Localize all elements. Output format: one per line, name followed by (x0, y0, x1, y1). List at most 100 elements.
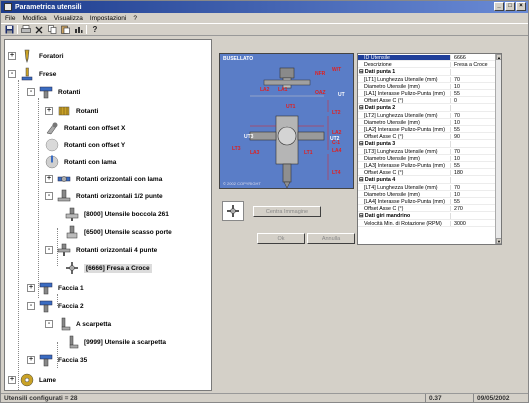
grid-value[interactable]: 70 (450, 148, 496, 154)
menu-view[interactable]: Visualizza (54, 15, 83, 22)
tool-tree[interactable]: + Foratori - Frese - Rotanti + Rotanti R… (4, 39, 212, 391)
grid-row[interactable]: [LA1] Interasse Pulizo-Punta (mm) 55 (358, 91, 496, 98)
grid-value[interactable]: 3000 (450, 220, 496, 226)
grid-value[interactable]: Fresa a Croce (450, 62, 496, 68)
grid-section-row[interactable]: ⊟ Dati giri mandrino (358, 213, 496, 220)
paste-icon[interactable] (60, 25, 70, 35)
tree-node-offset-x[interactable]: Rotanti con offset X (45, 120, 125, 136)
tree-node-faccia-35[interactable]: + Faccia 35 (27, 352, 87, 368)
grid-row[interactable]: [LA3] Interasse Pulizo-Punta (mm) 55 (358, 163, 496, 170)
tree-node-lama[interactable]: Rotanti con lama (45, 154, 116, 170)
dim-label: UT3 (244, 134, 254, 140)
grid-value[interactable]: 55 (450, 163, 496, 169)
tree-node-a-scarpetta[interactable]: - A scarpetta (45, 316, 111, 332)
grid-value[interactable]: 10 (450, 155, 496, 162)
tree-node-offset-y[interactable]: Rotanti con offset Y (45, 137, 125, 153)
grid-value[interactable]: 0 (450, 98, 496, 104)
grid-value[interactable]: 70 (450, 76, 496, 82)
view-toggle-button[interactable] (222, 201, 244, 221)
grid-value[interactable]: 70 (450, 112, 496, 118)
grid-row[interactable]: Velocità Min. di Rotazione (RPM) 3000 (358, 220, 496, 227)
grid-row[interactable]: Offset Asse C (°) 180 (358, 170, 496, 177)
menu-file[interactable]: File (5, 15, 15, 22)
expander-icon[interactable]: - (27, 88, 35, 96)
expander-icon[interactable]: - (45, 246, 53, 254)
expander-icon[interactable]: - (8, 70, 16, 78)
delete-icon[interactable] (34, 25, 44, 35)
grid-row[interactable]: [LT2] Lunghezza Utensile (mm) 70 (358, 112, 496, 119)
grid-value[interactable]: 10 (450, 191, 496, 198)
grid-row[interactable]: ID Utensile 6666 (358, 55, 496, 62)
grid-value[interactable]: 55 (450, 199, 496, 205)
tree-node-rotanti[interactable]: + Rotanti (45, 103, 98, 119)
grid-value[interactable]: 70 (450, 184, 496, 190)
close-icon[interactable]: × (516, 2, 526, 11)
grid-value[interactable]: 55 (450, 91, 496, 97)
tree-node-6666[interactable]: [6666] Fresa a Croce (65, 260, 152, 276)
tree-node-foratori[interactable]: + Foratori (8, 48, 64, 64)
grid-row[interactable]: Diametro Utensile (mm) 10 (358, 155, 496, 163)
menu-help[interactable]: ? (133, 15, 137, 22)
grid-row[interactable]: [LA4] Interasse Pulizo-Punta (mm) 55 (358, 199, 496, 206)
expander-icon[interactable]: + (45, 175, 53, 183)
grid-row[interactable]: Offset Asse C (°) 90 (358, 134, 496, 141)
grid-row[interactable]: [LT1] Lunghezza Utensile (mm) 70 (358, 76, 496, 83)
expander-icon[interactable]: + (8, 52, 16, 60)
scroll-up-icon[interactable]: ▲ (496, 54, 501, 60)
menu-settings[interactable]: Impostazioni (90, 15, 127, 22)
grid-value[interactable]: 10 (450, 119, 496, 126)
tree-node-faccia-1[interactable]: + Faccia 1 (27, 280, 84, 296)
expander-icon[interactable]: + (27, 284, 35, 292)
grid-section-row[interactable]: ⊟ Dati punta 4 (358, 177, 496, 184)
expander-icon[interactable]: - (45, 192, 53, 200)
grid-row[interactable]: Descrizione Fresa a Croce (358, 62, 496, 69)
grid-scrollbar[interactable]: ▲ ▼ (495, 54, 501, 244)
minimize-icon[interactable]: _ (494, 2, 504, 11)
scroll-down-icon[interactable]: ▼ (496, 238, 501, 244)
center-image-button[interactable]: Centra Immagine (253, 206, 321, 217)
expander-icon[interactable]: + (45, 107, 53, 115)
print-icon[interactable] (21, 25, 31, 35)
expander-icon[interactable]: - (45, 320, 53, 328)
tree-node-rotanti-group[interactable]: - Rotanti (27, 84, 80, 100)
cancel-button[interactable]: Annulla (307, 233, 355, 244)
grid-value[interactable]: 55 (450, 127, 496, 133)
tree-node-4-punte[interactable]: - Rotanti orizzontali 4 punte (45, 242, 157, 258)
save-icon[interactable] (4, 25, 14, 35)
maximize-icon[interactable]: □ (505, 2, 515, 11)
tree-node-lame[interactable]: + Lame (8, 372, 56, 388)
grid-row[interactable]: Diametro Utensile (mm) 10 (358, 119, 496, 127)
grid-value[interactable]: 90 (450, 134, 496, 140)
tree-node-6500[interactable]: [6500] Utensile scasso porte (65, 224, 172, 240)
grid-row[interactable]: [LT4] Lunghezza Utensile (mm) 70 (358, 184, 496, 191)
tree-node-orizzontali-lama[interactable]: + Rotanti orizzontali con lama (45, 171, 162, 187)
grid-row[interactable]: Offset Asse C (°) 270 (358, 206, 496, 213)
grid-value[interactable]: 270 (450, 206, 496, 212)
menu-edit[interactable]: Modifica (22, 15, 46, 22)
grid-value[interactable]: 180 (450, 170, 496, 176)
grid-value[interactable]: 10 (450, 83, 496, 90)
grid-row[interactable]: Offset Asse C (°) 0 (358, 98, 496, 105)
expander-icon[interactable]: + (27, 356, 35, 364)
tree-node-frese[interactable]: - Frese (8, 66, 56, 82)
expander-icon[interactable]: - (27, 302, 35, 310)
tree-node-9999[interactable]: [9999] Utensile a scarpetta (65, 334, 166, 350)
ok-button[interactable]: Ok (257, 233, 305, 244)
grid-row[interactable]: Diametro Utensile (mm) 10 (358, 83, 496, 91)
grid-row[interactable]: [LA2] Interasse Pulizo-Punta (mm) 55 (358, 127, 496, 134)
expander-icon[interactable]: + (8, 376, 16, 384)
grid-section-row[interactable]: ⊟ Dati punta 1 (358, 69, 496, 76)
columns-icon[interactable] (73, 25, 83, 35)
grid-section-row[interactable]: ⊟ Dati punta 2 (358, 105, 496, 112)
title-bar[interactable]: Parametrica utensili _ □ × (1, 1, 528, 13)
help-icon[interactable]: ? (90, 25, 100, 35)
grid-row[interactable]: [LT3] Lunghezza Utensile (mm) 70 (358, 148, 496, 155)
grid-value[interactable]: 6666 (450, 55, 496, 61)
property-grid[interactable]: ID Utensile 6666 Descrizione Fresa a Croce ⊟… (357, 53, 502, 245)
tree-node-orizzontali-punte[interactable]: - Rotanti orizzontali 1/2 punte (45, 188, 163, 204)
tree-node-8000[interactable]: [8000] Utensile boccola 261 (65, 206, 169, 222)
grid-section-row[interactable]: ⊟ Dati punta 3 (358, 141, 496, 148)
tree-node-faccia-2[interactable]: - Faccia 2 (27, 298, 84, 314)
copy-icon[interactable] (47, 25, 57, 35)
grid-row[interactable]: Diametro Utensile (mm) 10 (358, 191, 496, 199)
